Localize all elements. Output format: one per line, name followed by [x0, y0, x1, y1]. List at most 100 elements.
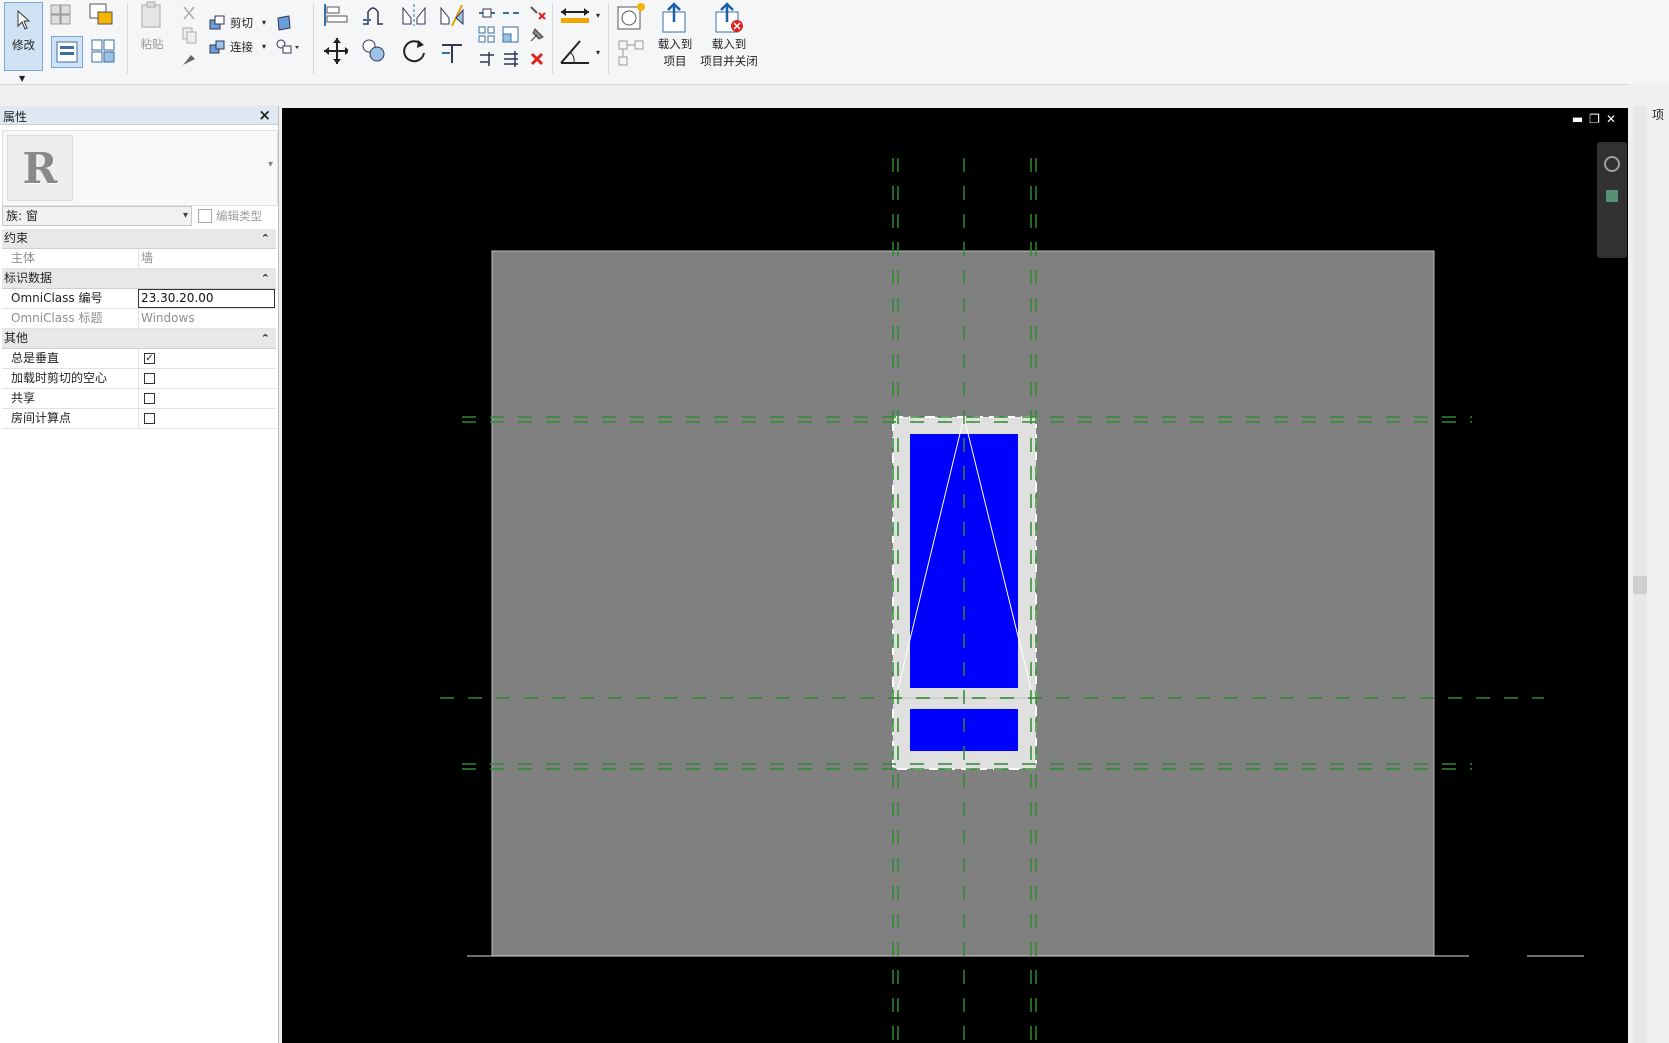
property-key: 房间计算点	[11, 411, 72, 425]
always-vertical-checkbox[interactable]: ✓	[144, 353, 155, 364]
revit-logo-icon: R	[7, 135, 73, 201]
align-icon[interactable]	[322, 2, 348, 28]
collapse-icon[interactable]: ⌃	[261, 229, 270, 248]
properties-toggle-icon[interactable]	[51, 36, 83, 68]
copy-element-icon[interactable]	[360, 38, 386, 64]
move-icon[interactable]	[322, 38, 348, 64]
aligned-dimension-icon[interactable]	[558, 2, 592, 28]
family-category-icon[interactable]	[88, 2, 114, 28]
edit-type-icon	[198, 209, 212, 223]
elevation-drawing[interactable]	[282, 108, 1628, 1043]
cursor-arrow-icon	[11, 7, 37, 33]
property-row-room-calc-point: 房间计算点	[2, 409, 276, 429]
group-label: 其他	[4, 331, 29, 345]
property-key: OmniClass 编号	[11, 291, 103, 305]
navigation-bar[interactable]	[1597, 142, 1627, 258]
pin-icon[interactable]	[526, 22, 548, 48]
property-row-omniclass-number: OmniClass 编号 23.30.20.00	[2, 289, 276, 309]
cut-label[interactable]: 剪切	[230, 15, 253, 31]
properties-panel: 属性 × R ▾ 族: 窗 ▾ 编辑类型 约束 ⌃ 主体 墙 标识数据 ⌃ Om…	[0, 106, 279, 1043]
viewport-scrollbar[interactable]	[1633, 106, 1647, 1043]
offset-icon[interactable]	[360, 2, 386, 28]
group-other[interactable]: 其他 ⌃	[2, 329, 276, 349]
group-constraints[interactable]: 约束 ⌃	[2, 229, 276, 249]
wall-joins-icon[interactable]	[274, 10, 294, 36]
scale-icon[interactable]	[500, 22, 522, 48]
zoom-icon[interactable]	[1606, 190, 1618, 202]
cut-dropdown-icon[interactable]: ▾	[262, 15, 266, 31]
property-key: 共享	[11, 391, 36, 405]
close-icon[interactable]: ×	[258, 106, 271, 124]
steering-wheel-icon[interactable]	[1604, 156, 1620, 172]
property-key: 加载时剪切的空心	[11, 371, 108, 385]
project-browser-tab[interactable]: 项	[1652, 106, 1669, 126]
family-type-select[interactable]: 族: 窗 ▾	[2, 206, 192, 226]
cut-geometry-icon[interactable]	[208, 10, 226, 36]
trim-single-icon[interactable]	[476, 46, 498, 72]
load-and-close-icon[interactable]	[712, 2, 746, 34]
property-value: 墙	[138, 249, 275, 268]
join-geometry-icon[interactable]	[208, 34, 226, 60]
create-form-icon[interactable]	[614, 0, 648, 34]
property-row-omniclass-title: OmniClass 标题 Windows	[2, 309, 276, 329]
drawing-viewport[interactable]: ▬❐✕	[282, 108, 1628, 1043]
symbolic-lines-icon[interactable]	[614, 36, 648, 70]
family-type-value: 族: 窗	[6, 209, 38, 223]
join-label[interactable]: 连接	[230, 39, 253, 55]
trim-multiple-icon[interactable]	[500, 46, 522, 72]
cut-with-voids-checkbox[interactable]	[144, 373, 155, 384]
type-selector[interactable]: R ▾	[2, 130, 278, 206]
property-key: 总是垂直	[11, 351, 60, 365]
property-row-shared: 共享	[2, 389, 276, 409]
load-into-project-label-1[interactable]: 载入到	[652, 36, 698, 52]
modify-dropdown-icon[interactable]: ▼	[19, 74, 25, 83]
property-key: OmniClass 标题	[11, 311, 103, 325]
join-dropdown-icon[interactable]: ▾	[262, 39, 266, 55]
angle-dropdown-icon[interactable]: ▾	[596, 45, 600, 61]
mirror-pick-axis-icon[interactable]	[400, 2, 426, 28]
family-types-icon[interactable]	[90, 38, 116, 64]
paste-label: 粘贴	[140, 37, 164, 51]
shared-checkbox[interactable]	[144, 393, 155, 404]
group-identity-data[interactable]: 标识数据 ⌃	[2, 269, 276, 289]
type-properties-icon[interactable]	[48, 2, 74, 28]
edit-type-label: 编辑类型	[216, 209, 262, 223]
group-label: 标识数据	[4, 271, 53, 285]
properties-title: 属性	[3, 110, 28, 124]
property-key: 主体	[11, 251, 36, 265]
omniclass-number-input[interactable]: 23.30.20.00	[138, 289, 275, 308]
load-and-close-label-2[interactable]: 项目并关闭	[698, 53, 760, 69]
property-row-cut-with-voids: 加载时剪切的空心	[2, 369, 276, 389]
delete-icon[interactable]	[526, 46, 548, 72]
property-row-always-vertical: 总是垂直 ✓	[2, 349, 276, 369]
collapse-icon[interactable]: ⌃	[261, 269, 270, 288]
collapse-icon[interactable]: ⌃	[261, 329, 270, 348]
copy-icon[interactable]	[176, 22, 202, 48]
paste-icon[interactable]	[138, 1, 164, 28]
rotate-icon[interactable]	[400, 38, 426, 64]
load-into-project-label-2[interactable]: 项目	[652, 53, 698, 69]
trim-extend-icon[interactable]	[438, 38, 464, 64]
mirror-draw-axis-icon[interactable]	[438, 2, 464, 28]
scrollbar-thumb[interactable]	[1633, 576, 1647, 594]
type-dropdown-icon[interactable]: ▾	[268, 159, 273, 170]
property-value: Windows	[138, 309, 275, 328]
load-into-project-icon[interactable]	[658, 2, 690, 34]
view-window-controls[interactable]: ▬❐✕	[1572, 112, 1622, 126]
modify-button[interactable]: 修改 ▼	[4, 2, 43, 83]
modify-label: 修改	[12, 38, 35, 52]
room-calc-point-checkbox[interactable]	[144, 413, 155, 424]
ribbon-toolbar: 修改 ▼ 粘贴 剪切 ▾ 连接 ▾ ▾ ▾ 载入到 项目 载入到 项目并关闭	[0, 0, 1669, 85]
load-and-close-label-1[interactable]: 载入到	[698, 36, 760, 52]
edit-type-button[interactable]: 编辑类型	[198, 206, 274, 226]
array-icon[interactable]	[476, 22, 498, 48]
property-grid: 约束 ⌃ 主体 墙 标识数据 ⌃ OmniClass 编号 23.30.20.0…	[2, 229, 276, 429]
property-row-host: 主体 墙	[2, 249, 276, 269]
dimension-dropdown-icon[interactable]: ▾	[596, 8, 600, 24]
angular-dimension-icon[interactable]	[558, 38, 592, 64]
chevron-down-icon: ▾	[182, 210, 188, 221]
split-face-icon[interactable]	[274, 34, 302, 60]
match-type-icon[interactable]	[176, 46, 202, 72]
group-label: 约束	[4, 231, 29, 245]
properties-title-bar: 属性 ×	[0, 106, 278, 125]
